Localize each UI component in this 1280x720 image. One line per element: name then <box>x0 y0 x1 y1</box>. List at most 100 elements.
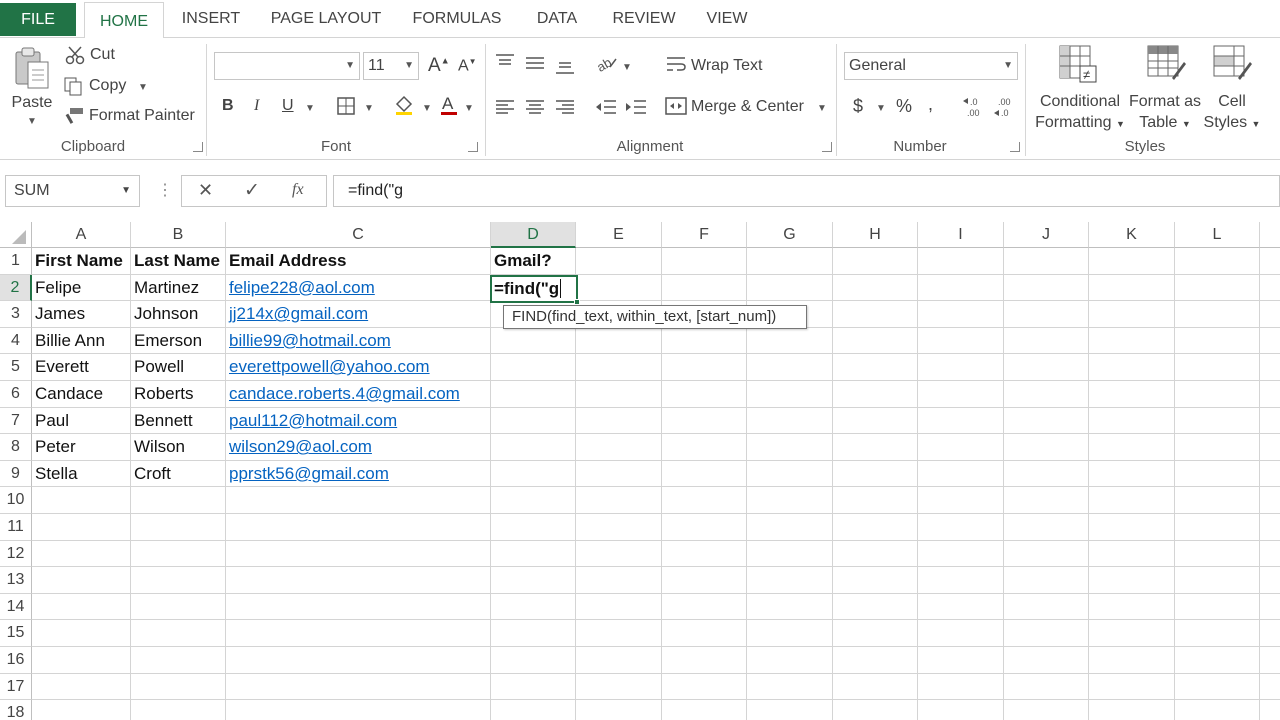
cell[interactable] <box>833 567 918 594</box>
data-cell[interactable]: Everett <box>32 354 131 381</box>
tab-page-layout[interactable]: PAGE LAYOUT <box>262 0 390 38</box>
cell[interactable] <box>576 274 662 302</box>
column-header[interactable]: F <box>662 222 747 248</box>
cell[interactable] <box>576 434 662 461</box>
cell[interactable] <box>1175 567 1260 594</box>
row-header[interactable]: 9 <box>0 460 32 488</box>
active-cell-d2[interactable]: =find("g <box>490 275 580 305</box>
cancel-icon[interactable]: ✕ <box>198 180 213 201</box>
cell[interactable] <box>1004 620 1089 647</box>
cell[interactable] <box>1260 434 1280 461</box>
cell[interactable] <box>833 514 918 541</box>
cell[interactable] <box>1004 673 1089 701</box>
cell[interactable] <box>662 567 747 594</box>
cell[interactable] <box>1089 567 1175 594</box>
orientation-dropdown-icon[interactable]: ▼ <box>622 62 632 73</box>
cell[interactable] <box>747 620 833 647</box>
cell[interactable] <box>1004 647 1089 674</box>
cell[interactable] <box>662 407 747 435</box>
column-header[interactable]: B <box>131 222 226 248</box>
cell[interactable] <box>1260 301 1280 328</box>
cell[interactable] <box>1089 593 1175 621</box>
percent-button[interactable]: % <box>896 96 912 117</box>
cell[interactable] <box>918 673 1004 701</box>
underline-dropdown-icon[interactable]: ▼ <box>305 103 315 114</box>
cell[interactable] <box>226 673 491 701</box>
enter-icon[interactable]: ✓ <box>244 179 260 202</box>
email-link-cell[interactable]: candace.roberts.4@gmail.com <box>226 381 491 408</box>
cell[interactable] <box>833 381 918 408</box>
cell[interactable] <box>576 567 662 594</box>
cell[interactable] <box>226 647 491 674</box>
cell[interactable] <box>576 620 662 647</box>
data-cell[interactable]: Roberts <box>131 381 226 408</box>
data-cell[interactable]: Candace <box>32 381 131 408</box>
cell[interactable] <box>491 354 576 381</box>
row-header[interactable]: 17 <box>0 673 32 701</box>
copy-button[interactable]: Copy <box>89 77 126 95</box>
cell[interactable] <box>576 381 662 408</box>
cut-button[interactable]: Cut <box>90 46 115 64</box>
cell[interactable] <box>32 620 131 647</box>
cell[interactable] <box>918 327 1004 355</box>
cell[interactable] <box>747 354 833 381</box>
bold-button[interactable]: B <box>222 97 234 115</box>
cell[interactable] <box>833 620 918 647</box>
cell[interactable] <box>1260 674 1280 701</box>
cell[interactable] <box>1260 461 1280 488</box>
cell[interactable] <box>226 514 491 541</box>
row-header[interactable]: 1 <box>0 248 32 275</box>
cell[interactable] <box>662 540 747 568</box>
tab-formulas[interactable]: FORMULAS <box>405 0 509 38</box>
cell[interactable] <box>576 487 662 514</box>
cell[interactable] <box>131 593 226 621</box>
cell[interactable] <box>32 487 131 514</box>
cell[interactable] <box>833 593 918 621</box>
align-left-icon[interactable] <box>494 98 516 121</box>
cell[interactable] <box>747 700 833 720</box>
cell[interactable] <box>918 354 1004 381</box>
cell[interactable] <box>576 354 662 381</box>
cell[interactable] <box>747 673 833 701</box>
cell[interactable] <box>833 540 918 568</box>
email-link-cell[interactable]: paul112@hotmail.com <box>226 407 491 435</box>
cell[interactable] <box>747 381 833 408</box>
cell[interactable] <box>491 407 576 435</box>
cell[interactable] <box>1089 301 1175 328</box>
column-header-selected[interactable]: D <box>491 222 576 248</box>
cell[interactable] <box>662 593 747 621</box>
cell[interactable] <box>747 327 833 355</box>
paste-icon[interactable] <box>12 46 52 92</box>
cell[interactable] <box>1004 460 1089 488</box>
cell[interactable] <box>662 434 747 461</box>
cell[interactable] <box>491 620 576 647</box>
tab-file[interactable]: FILE <box>0 3 76 36</box>
data-cell[interactable]: Stella <box>32 460 131 488</box>
wrap-text-icon[interactable] <box>665 55 687 80</box>
cell[interactable] <box>918 647 1004 674</box>
cell[interactable] <box>918 593 1004 621</box>
bottom-align-icon[interactable] <box>554 59 576 82</box>
email-link-cell[interactable]: wilson29@aol.com <box>226 434 491 461</box>
cell[interactable] <box>833 248 918 275</box>
cell[interactable] <box>1175 327 1260 355</box>
cell[interactable] <box>1004 407 1089 435</box>
cell[interactable] <box>833 274 918 302</box>
cell-styles-button[interactable]: Cell Styles ▼ <box>1202 91 1262 135</box>
align-center-icon[interactable] <box>524 98 546 121</box>
underline-button[interactable]: U <box>282 97 294 115</box>
top-align-icon[interactable] <box>494 52 516 75</box>
cell[interactable] <box>1175 434 1260 461</box>
email-link-cell[interactable]: felipe228@aol.com <box>226 274 491 302</box>
cell[interactable] <box>1175 248 1260 275</box>
increase-indent-icon[interactable] <box>624 98 648 121</box>
cell[interactable] <box>662 620 747 647</box>
cell[interactable] <box>131 487 226 514</box>
cell[interactable] <box>1260 594 1280 621</box>
data-cell[interactable]: Peter <box>32 434 131 461</box>
cell[interactable] <box>918 567 1004 594</box>
cell[interactable] <box>747 434 833 461</box>
format-painter-icon[interactable] <box>64 106 86 131</box>
data-cell[interactable]: Emerson <box>131 327 226 355</box>
cell[interactable] <box>833 434 918 461</box>
